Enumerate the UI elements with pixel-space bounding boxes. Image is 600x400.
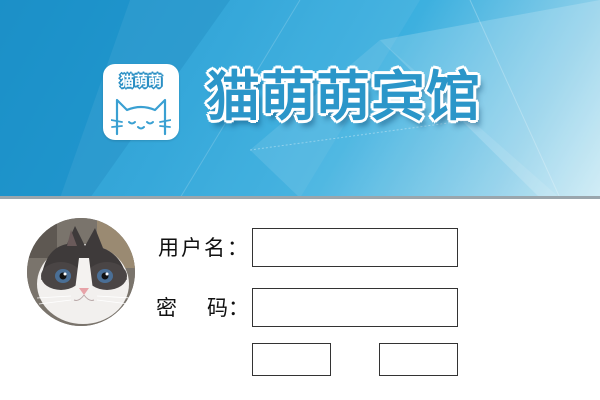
hotel-title: 猫萌萌宾馆 — [206, 65, 481, 128]
login-button[interactable] — [252, 343, 331, 376]
cat-face-icon — [111, 98, 171, 136]
password-label: 密 码： — [156, 295, 249, 321]
app-logo: 猫萌萌 — [103, 64, 179, 140]
login-window: 猫萌萌 猫萌萌宾馆 用户名： 密 码： — [0, 0, 600, 400]
logo-text: 猫萌萌 — [120, 74, 162, 90]
cat-photo-avatar — [27, 218, 135, 326]
username-input[interactable] — [252, 228, 458, 267]
header-banner: 猫萌萌 猫萌萌宾馆 — [0, 0, 600, 198]
cancel-button[interactable] — [379, 343, 458, 376]
password-label-part1: 密 — [156, 296, 177, 320]
password-input[interactable] — [252, 288, 458, 327]
username-label: 用户名： — [158, 236, 250, 260]
password-label-part2: 码： — [207, 296, 249, 320]
banner-divider — [0, 196, 600, 199]
avatar — [27, 218, 135, 326]
